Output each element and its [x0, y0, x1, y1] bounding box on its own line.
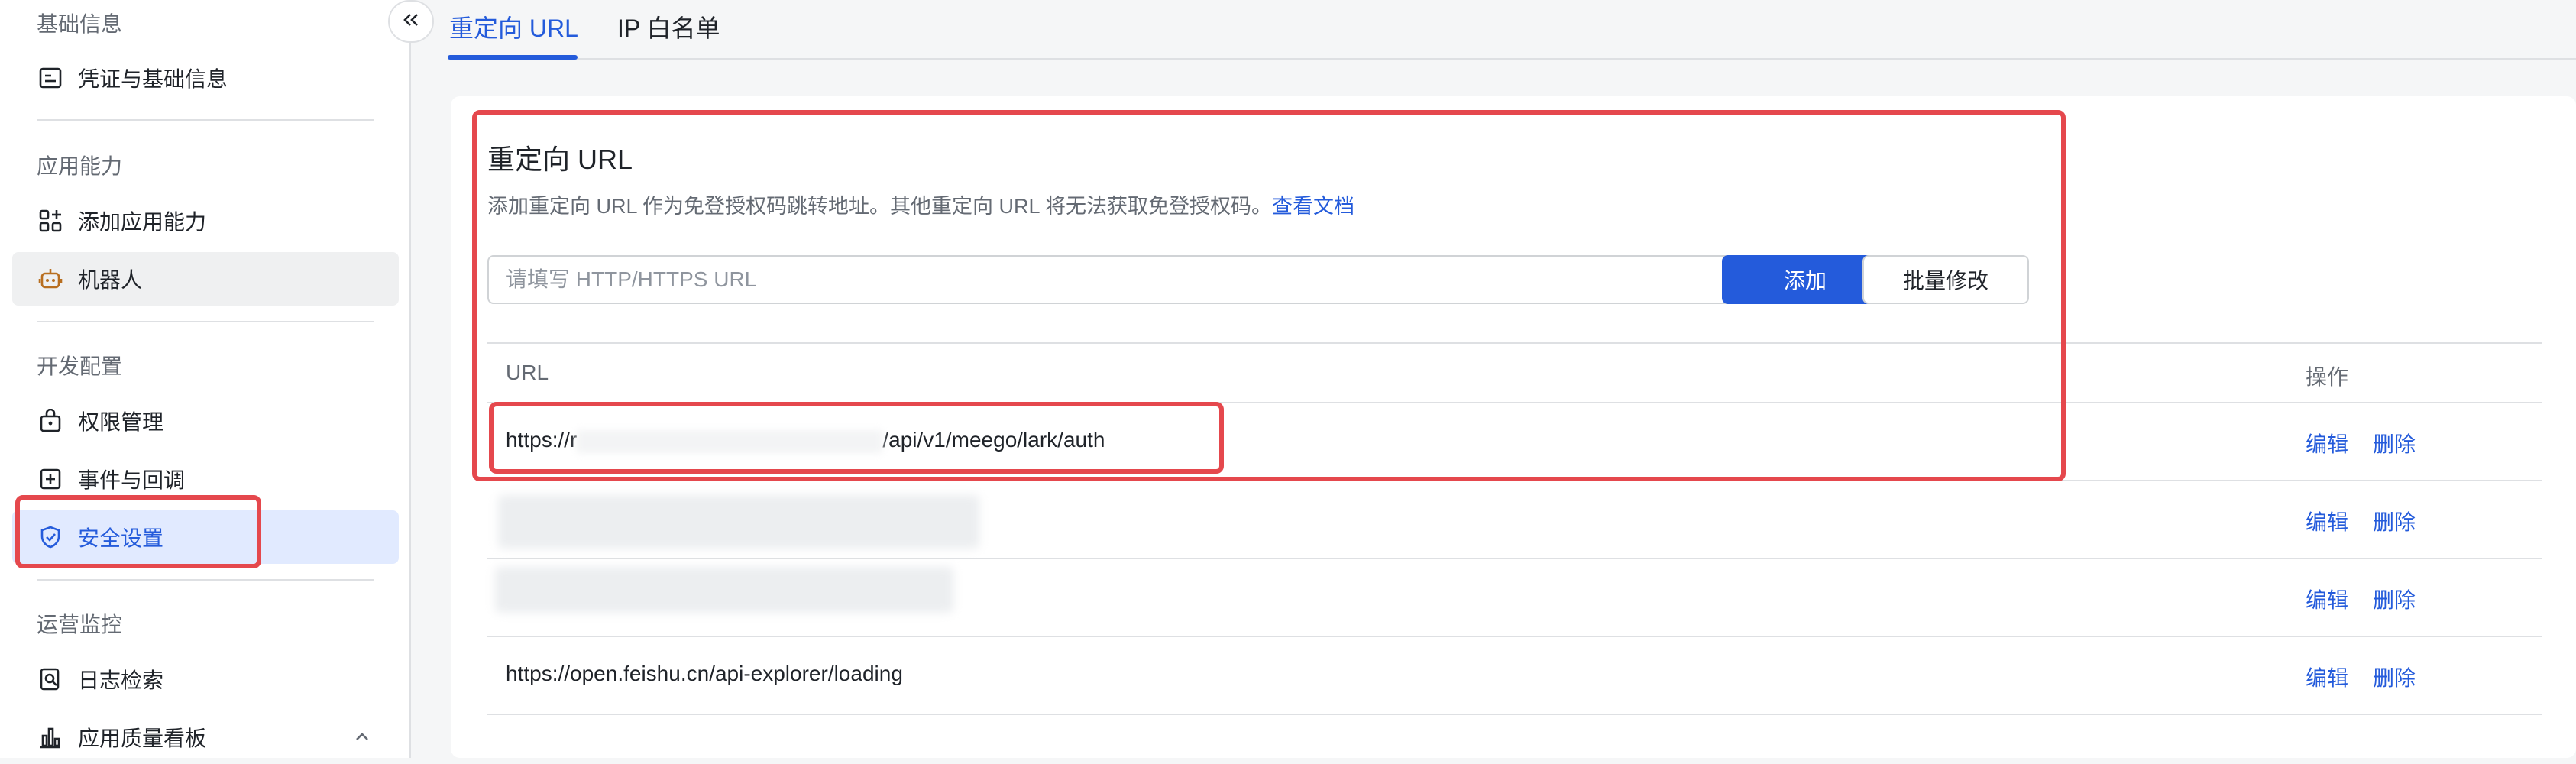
card-description: 添加重定向 URL 作为免登授权码跳转地址。其他重定向 URL 将无法获取免登授…	[487, 189, 1354, 219]
url-input[interactable]	[487, 255, 1746, 304]
edit-link[interactable]: 编辑	[2306, 662, 2348, 692]
group-title-capability: 应用能力	[37, 154, 123, 178]
sidebar-item-log-search[interactable]: 日志检索	[12, 652, 399, 706]
sidebar-item-label: 凭证与基础信息	[78, 67, 228, 91]
edit-link[interactable]: 编辑	[2306, 584, 2348, 614]
view-docs-link[interactable]: 查看文档	[1272, 195, 1354, 218]
delete-link[interactable]: 删除	[2373, 428, 2416, 458]
redacted-segment	[577, 429, 883, 453]
delete-link[interactable]: 删除	[2373, 662, 2416, 692]
column-header-url: URL	[506, 361, 549, 384]
column-header-action: 操作	[2306, 365, 2349, 389]
tab-bar: 重定向 URL IP 白名单	[448, 0, 2576, 60]
bulk-edit-button[interactable]: 批量修改	[1862, 255, 2029, 304]
sidebar-item-label: 权限管理	[78, 410, 164, 434]
permission-icon	[37, 407, 64, 435]
sidebar-item-label: 应用质量看板	[78, 727, 207, 750]
delete-link[interactable]: 删除	[2373, 506, 2416, 536]
description-text: 添加重定向 URL 作为免登授权码跳转地址。其他重定向 URL 将无法获取免登授…	[487, 195, 1273, 218]
edit-link[interactable]: 编辑	[2306, 506, 2348, 536]
sidebar-item-events[interactable]: 事件与回调	[12, 452, 399, 506]
tab-ip-whitelist[interactable]: IP 白名单	[617, 9, 720, 44]
sidebar-item-robot[interactable]: 机器人	[12, 252, 399, 306]
sidebar-item-credentials[interactable]: 凭证与基础信息	[12, 51, 399, 105]
chart-icon	[37, 724, 64, 751]
robot-icon	[37, 265, 64, 293]
sidebar-item-add-capability[interactable]: 添加应用能力	[12, 194, 399, 248]
redacted-url	[495, 567, 953, 613]
sidebar-item-quality-board[interactable]: 应用质量看板	[12, 711, 399, 764]
redirect-url-card: 重定向 URL 添加重定向 URL 作为免登授权码跳转地址。其他重定向 URL …	[451, 96, 2576, 758]
sidebar-item-label: 日志检索	[78, 668, 164, 692]
event-icon	[37, 465, 64, 493]
tab-redirect-url[interactable]: 重定向 URL	[449, 9, 578, 44]
sidebar-divider	[37, 321, 374, 322]
chevron-up-icon[interactable]	[353, 727, 371, 752]
url-suffix: /api/v1/meego/lark/auth	[882, 428, 1105, 452]
credential-icon	[37, 64, 64, 92]
table-row: https://r/api/v1/meego/lark/auth 编辑 删除	[487, 403, 2542, 481]
sidebar-item-label: 安全设置	[78, 526, 164, 550]
sidebar-item-label: 添加应用能力	[78, 210, 207, 234]
active-tab-indicator	[448, 55, 578, 60]
delete-link[interactable]: 删除	[2373, 584, 2416, 614]
sidebar: 基础信息 凭证与基础信息 应用能力 添加应用能力 机器人 开发配置 权限管理 事…	[0, 0, 411, 758]
collapse-sidebar-button[interactable]	[388, 0, 434, 43]
shield-icon	[37, 523, 64, 551]
edit-link[interactable]: 编辑	[2306, 428, 2348, 458]
redacted-url	[498, 495, 979, 549]
log-search-icon	[37, 665, 64, 693]
sidebar-item-label: 事件与回调	[78, 468, 186, 492]
table-row: 编辑 删除	[487, 481, 2542, 559]
table-row: https://open.feishu.cn/api-explorer/load…	[487, 637, 2542, 715]
sidebar-item-permissions[interactable]: 权限管理	[12, 394, 399, 448]
url-cell: https://open.feishu.cn/api-explorer/load…	[506, 662, 903, 685]
group-title-dev-config: 开发配置	[37, 354, 123, 378]
add-capability-icon	[37, 207, 64, 235]
group-title-ops: 运营监控	[37, 613, 123, 636]
group-title-basic: 基础信息	[37, 12, 123, 36]
table-header: URL 操作	[487, 342, 2542, 403]
sidebar-divider	[37, 119, 374, 121]
sidebar-divider	[37, 579, 374, 581]
url-prefix: https://r	[506, 428, 578, 452]
url-cell: https://r/api/v1/meego/lark/auth	[506, 428, 1105, 453]
table-row: 编辑 删除	[487, 559, 2542, 637]
sidebar-item-label: 机器人	[78, 268, 143, 292]
card-title: 重定向 URL	[487, 144, 633, 175]
sidebar-item-security[interactable]: 安全设置	[12, 510, 399, 564]
double-chevron-left-icon	[400, 9, 422, 34]
